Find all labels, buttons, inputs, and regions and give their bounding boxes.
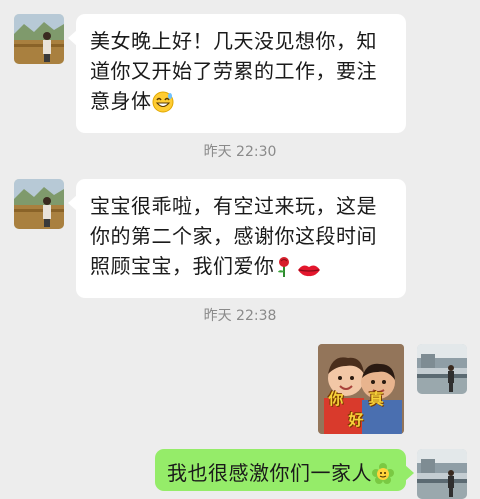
outgoing-message-bubble[interactable]: 我也很感激你们一家人 <box>155 449 414 493</box>
incoming-message-bubble[interactable]: 美女晚上好！几天没见想你，知道你又开始了劳累的工作，要注意身体 <box>68 14 406 133</box>
contact-avatar-photo <box>14 14 64 64</box>
contact-avatar[interactable] <box>14 14 64 64</box>
grinning-sweat-emoji <box>152 91 174 121</box>
self-avatar-photo <box>417 449 467 499</box>
self-avatar[interactable] <box>417 344 467 394</box>
message-text: 我也很感激你们一家人 <box>167 461 372 485</box>
timestamp: 昨天 22:38 <box>203 308 277 324</box>
contact-avatar-photo <box>14 179 64 229</box>
timestamp: 昨天 22:30 <box>203 144 277 160</box>
message-text: 美女晚上好！几天没见想你，知道你又开始了劳累的工作，要注意身体 <box>90 29 377 113</box>
self-avatar[interactable] <box>417 449 467 499</box>
contact-avatar[interactable] <box>14 179 64 229</box>
rose-emoji <box>275 256 293 286</box>
incoming-message-bubble[interactable]: 宝宝很乖啦，有空过来玩，这是你的第二个家，感谢你这段时间照顾宝宝，我们爱你 <box>68 179 406 298</box>
sticker-caption: 你 真 好 <box>328 390 394 429</box>
lips-emoji <box>297 256 321 286</box>
message-text: 宝宝很乖啦，有空过来玩，这是你的第二个家，感谢你这段时间照顾宝宝，我们爱你 <box>90 194 377 278</box>
self-avatar-photo <box>417 344 467 394</box>
flower-face-emoji <box>372 463 394 493</box>
sticker-message[interactable]: 你 真 好 <box>318 344 404 434</box>
